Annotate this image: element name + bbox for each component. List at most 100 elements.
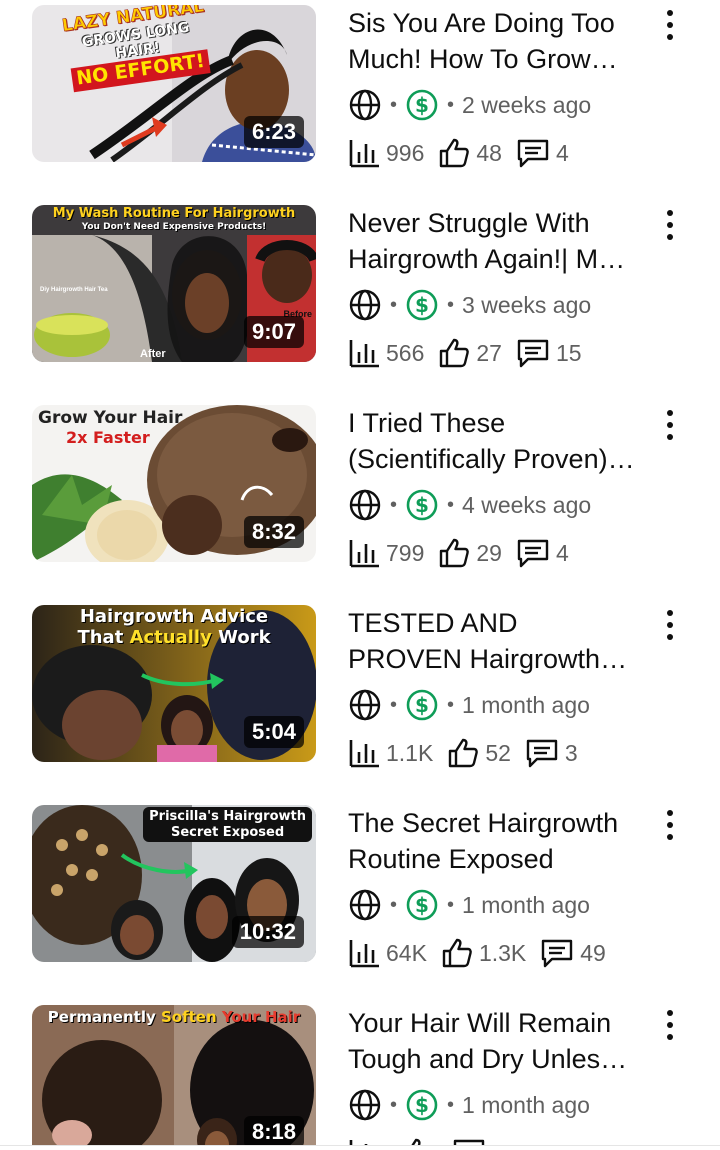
views-count: 799: [386, 539, 425, 566]
more-vertical-icon[interactable]: [660, 208, 680, 242]
upload-age: 2 weeks ago: [462, 91, 592, 118]
divider: [0, 1145, 720, 1146]
thumbs-up-icon: [442, 938, 472, 968]
likes-count: 48: [476, 139, 502, 166]
thumbnail-text-line-2: That Actually Work: [32, 626, 316, 649]
comment-icon: [517, 539, 549, 568]
more-vertical-icon[interactable]: [660, 1008, 680, 1042]
video-thumbnail[interactable]: Grow Your Hair 2x Faster 8:32: [32, 405, 316, 562]
thumbnail-text-line: You Don't Need Expensive Products!: [81, 221, 267, 232]
more-vertical-icon[interactable]: [660, 608, 680, 642]
likes-count: 29: [476, 539, 502, 566]
video-meta: • $ • 1 month ago: [348, 886, 590, 924]
video-thumbnail[interactable]: My Wash Routine For Hairgrowth You Don't…: [32, 205, 316, 362]
likes-count: 27: [476, 339, 502, 366]
likes-stat: 29: [438, 537, 502, 569]
svg-text:$: $: [415, 893, 429, 917]
video-duration: 8:18: [243, 1116, 304, 1145]
video-duration: 5:04: [243, 716, 304, 748]
video-thumbnail[interactable]: Permanently Soften Your Hair 8:18: [32, 1005, 316, 1145]
thumbs-up-icon: [440, 138, 470, 168]
thumbs-up-icon: [440, 538, 470, 568]
globe-icon: [349, 289, 381, 321]
thumbnail-text-line: Secret Exposed: [170, 824, 285, 840]
views-stat: 1.1K: [348, 738, 433, 768]
video-row[interactable]: My Wash Routine For Hairgrowth You Don't…: [0, 200, 720, 400]
upload-age: 4 weeks ago: [462, 491, 592, 518]
video-row[interactable]: Priscilla's Hairgrowth Secret Exposed 10…: [0, 800, 720, 1000]
separator: •: [390, 293, 398, 316]
separator: •: [390, 893, 398, 916]
views-stat: [348, 1138, 386, 1145]
video-title[interactable]: Your Hair Will Remain Tough and Dry Unle…: [348, 1005, 638, 1077]
video-stats: 996 48 4: [348, 134, 583, 172]
thumbnail-text-line: My Wash Routine For Hairgrowth: [52, 206, 296, 221]
thumbnail-text-line: 2x Faster: [66, 427, 150, 447]
comments-stat: 4: [516, 537, 569, 569]
video-meta: • $ • 1 month ago: [348, 1086, 590, 1124]
video-title[interactable]: Sis You Are Doing Too Much! How To Grow …: [348, 5, 638, 77]
separator: •: [447, 1093, 455, 1116]
upload-age: 3 weeks ago: [462, 291, 592, 318]
video-duration: 9:07: [243, 316, 304, 348]
thumbnail-text-line: After: [140, 348, 166, 360]
video-row[interactable]: Hairgrowth Advice That Actually Work 5:0…: [0, 600, 720, 800]
bar-chart-icon: [349, 140, 379, 168]
bar-chart-icon: [349, 340, 379, 368]
thumbnail-text-line: Priscilla's Hairgrowth: [149, 809, 306, 824]
upload-age: 1 month ago: [462, 1091, 590, 1118]
separator: •: [390, 1093, 398, 1116]
video-thumbnail[interactable]: Hairgrowth Advice That Actually Work 5:0…: [32, 605, 316, 762]
thumbnail-text-word: Work: [218, 626, 271, 648]
thumbnail-text-word: That: [77, 626, 124, 648]
video-meta: • $ • 4 weeks ago: [348, 486, 591, 524]
video-row[interactable]: LAZY NATURAL GROWS LONG HAIR! NO EFFORT!…: [0, 0, 720, 200]
upload-age: 1 month ago: [462, 891, 590, 918]
video-title[interactable]: The Secret Hairgrowth Routine Exposed: [348, 805, 638, 877]
comment-icon: [517, 339, 549, 368]
svg-text:$: $: [415, 293, 429, 317]
bar-chart-icon: [349, 740, 379, 768]
more-vertical-icon[interactable]: [660, 8, 680, 42]
video-title[interactable]: TESTED AND PROVEN Hairgrowth Advice That…: [348, 605, 638, 677]
thumbs-up-icon: [440, 338, 470, 368]
separator: •: [390, 493, 398, 516]
globe-icon: [349, 689, 381, 721]
views-count: 566: [386, 339, 425, 366]
thumbnail-text-line: Grow Your Hair: [38, 408, 183, 428]
separator: •: [447, 93, 455, 116]
separator: •: [447, 693, 455, 716]
separator: •: [447, 893, 455, 916]
svg-text:$: $: [415, 693, 429, 717]
more-vertical-icon[interactable]: [660, 408, 680, 442]
video-meta: • $ • 3 weeks ago: [348, 286, 591, 324]
likes-stat: [400, 1137, 438, 1145]
separator: •: [390, 693, 398, 716]
likes-stat: 27: [438, 337, 502, 369]
thumbnail-text-word: Actually: [129, 626, 212, 648]
video-row[interactable]: Permanently Soften Your Hair 8:18 Your H…: [0, 1000, 720, 1145]
views-count: 996: [386, 139, 425, 166]
video-thumbnail[interactable]: Priscilla's Hairgrowth Secret Exposed 10…: [32, 805, 316, 962]
comment-icon: [542, 939, 573, 968]
separator: •: [447, 493, 455, 516]
more-vertical-icon[interactable]: [660, 808, 680, 842]
globe-icon: [349, 1089, 381, 1121]
video-thumbnail[interactable]: LAZY NATURAL GROWS LONG HAIR! NO EFFORT!…: [32, 5, 316, 162]
video-title[interactable]: Never Struggle With Hairgrowth Again!| M…: [348, 205, 638, 277]
views-stat: 566: [348, 338, 424, 368]
comments-count: 3: [564, 739, 578, 766]
video-row[interactable]: Grow Your Hair 2x Faster 8:32 I Tried Th…: [0, 400, 720, 600]
upload-age: 1 month ago: [462, 691, 590, 718]
thumbnail-text-line: Diy Hairgrowth Hair Tea: [40, 287, 108, 293]
thumbnail-caption: Permanently Soften Your Hair: [32, 1008, 316, 1026]
video-stats: 64K 1.3K 49: [348, 934, 620, 972]
thumbnail-text-word: Permanently: [47, 1008, 156, 1026]
dollar-circle-icon: $: [406, 689, 438, 721]
comments-stat: [452, 1137, 492, 1145]
video-title[interactable]: I Tried These (Scientifically Proven) Ha…: [348, 405, 638, 477]
comments-count: 4: [555, 539, 569, 566]
video-meta: • $ • 1 month ago: [348, 686, 590, 724]
comments-stat: 3: [525, 737, 578, 769]
bar-chart-icon: [349, 940, 379, 968]
